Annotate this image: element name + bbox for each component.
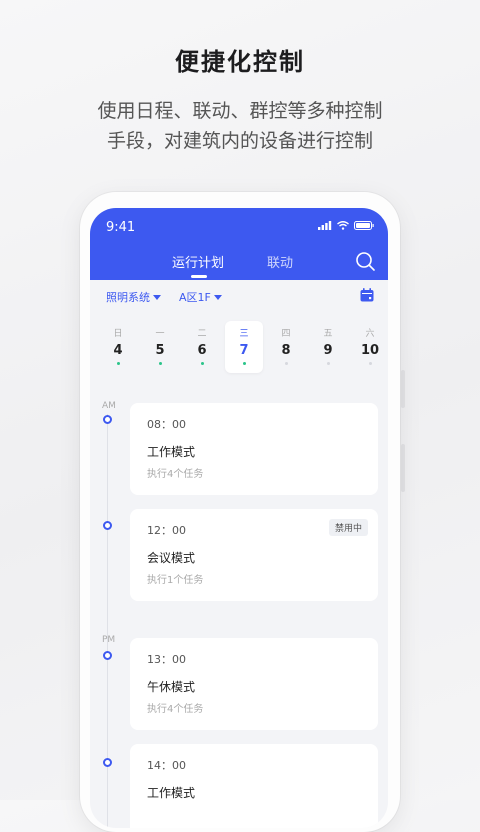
day-number: 5 xyxy=(155,343,165,358)
battery-icon xyxy=(354,221,374,230)
schedule-card[interactable]: 12：00 禁用中 会议模式 执行1个任务 xyxy=(130,509,378,601)
day-status-dot xyxy=(326,362,330,365)
schedule-card[interactable]: 08：00 工作模式 执行4个任务 xyxy=(130,403,378,495)
area-filter-label: A区1F xyxy=(179,291,211,304)
day-name: 二 xyxy=(197,329,207,339)
day-name: 五 xyxy=(323,329,333,339)
subline: 使用日程、联动、群控等多种控制 手段，对建筑内的设备进行控制 xyxy=(0,96,480,156)
status-time: 9:41 xyxy=(106,220,136,235)
day-status-dot xyxy=(368,362,372,365)
schedule-time: 13：00 xyxy=(147,653,186,666)
day-mon[interactable]: 一 5 xyxy=(141,321,179,373)
tab-linkage[interactable]: 联动 xyxy=(267,252,293,271)
schedule-name: 会议模式 xyxy=(147,551,196,565)
timeline-node xyxy=(103,415,112,424)
day-name: 三 xyxy=(239,329,249,339)
schedule-card[interactable]: 13：00 午休模式 执行4个任务 xyxy=(130,638,378,730)
filter-bar: 照明系统 A区1F xyxy=(90,280,388,316)
search-icon[interactable] xyxy=(354,250,376,272)
phone-side-button-2 xyxy=(401,444,405,492)
day-thu[interactable]: 四 8 xyxy=(267,321,305,373)
day-name: 一 xyxy=(155,329,165,339)
period-am: AM xyxy=(102,401,116,411)
schedule-name: 工作模式 xyxy=(147,445,196,459)
caret-down-icon xyxy=(213,294,222,300)
tab-bar: 运行计划 联动 xyxy=(90,252,388,280)
timeline-node xyxy=(103,651,112,660)
schedule-task-count: 执行4个任务 xyxy=(147,469,204,480)
day-status-dot xyxy=(200,362,204,365)
day-number: 4 xyxy=(113,343,123,358)
schedule-card[interactable]: 14：00 工作模式 xyxy=(130,744,378,828)
day-sat[interactable]: 六 10 xyxy=(351,321,388,373)
schedule-name: 工作模式 xyxy=(147,786,196,800)
system-filter[interactable]: 照明系统 xyxy=(106,289,161,305)
schedule-name: 午休模式 xyxy=(147,680,196,694)
calendar-icon[interactable] xyxy=(360,288,374,302)
phone-side-button-1 xyxy=(401,370,405,408)
headline: 便捷化控制 xyxy=(175,48,305,76)
schedule-task-count: 执行4个任务 xyxy=(147,704,204,715)
subline-line-1: 使用日程、联动、群控等多种控制 xyxy=(97,100,383,122)
timeline-node xyxy=(103,758,112,767)
day-tue[interactable]: 二 6 xyxy=(183,321,221,373)
caret-down-icon xyxy=(153,294,161,300)
day-status-dot xyxy=(284,362,288,365)
signal-icon xyxy=(318,221,332,230)
tab-schedule[interactable]: 运行计划 xyxy=(172,252,224,271)
day-status-dot xyxy=(242,362,246,365)
schedule-task-count: 执行1个任务 xyxy=(147,575,204,586)
day-number: 8 xyxy=(281,343,291,358)
day-name: 日 xyxy=(113,329,123,339)
day-status-dot xyxy=(158,362,162,365)
day-status-dot xyxy=(116,362,120,365)
system-filter-label: 照明系统 xyxy=(106,291,150,304)
day-number: 10 xyxy=(360,343,380,358)
status-icons xyxy=(318,221,374,230)
day-name: 四 xyxy=(281,329,291,339)
wifi-icon xyxy=(337,221,349,230)
day-name: 六 xyxy=(365,329,375,339)
schedule-time: 08：00 xyxy=(147,418,186,431)
day-sun[interactable]: 日 4 xyxy=(99,321,137,373)
status-badge: 禁用中 xyxy=(328,519,368,536)
top-bar: 9:41 运行计划 联动 xyxy=(90,208,388,280)
tab-active-indicator xyxy=(191,275,207,278)
day-wed-selected[interactable]: 三 7 xyxy=(225,321,263,373)
phone-frame: 9:41 运行计划 联动 照明系统 A区1F 日 4 一 5 二 6 三 7 四… xyxy=(80,192,400,832)
day-fri[interactable]: 五 9 xyxy=(309,321,347,373)
schedule-time: 12：00 xyxy=(147,524,186,537)
area-filter[interactable]: A区1F xyxy=(179,289,222,305)
week-strip: 日 4 一 5 二 6 三 7 四 8 五 9 六 10 xyxy=(96,321,384,377)
period-pm: PM xyxy=(102,635,116,645)
subline-line-2: 手段，对建筑内的设备进行控制 xyxy=(106,130,373,152)
day-number: 9 xyxy=(323,343,333,358)
timeline-node xyxy=(103,521,112,530)
phone-screen: 9:41 运行计划 联动 照明系统 A区1F 日 4 一 5 二 6 三 7 四… xyxy=(90,208,388,828)
schedule-time: 14：00 xyxy=(147,759,186,772)
day-number: 7 xyxy=(239,343,249,358)
day-number: 6 xyxy=(197,343,207,358)
